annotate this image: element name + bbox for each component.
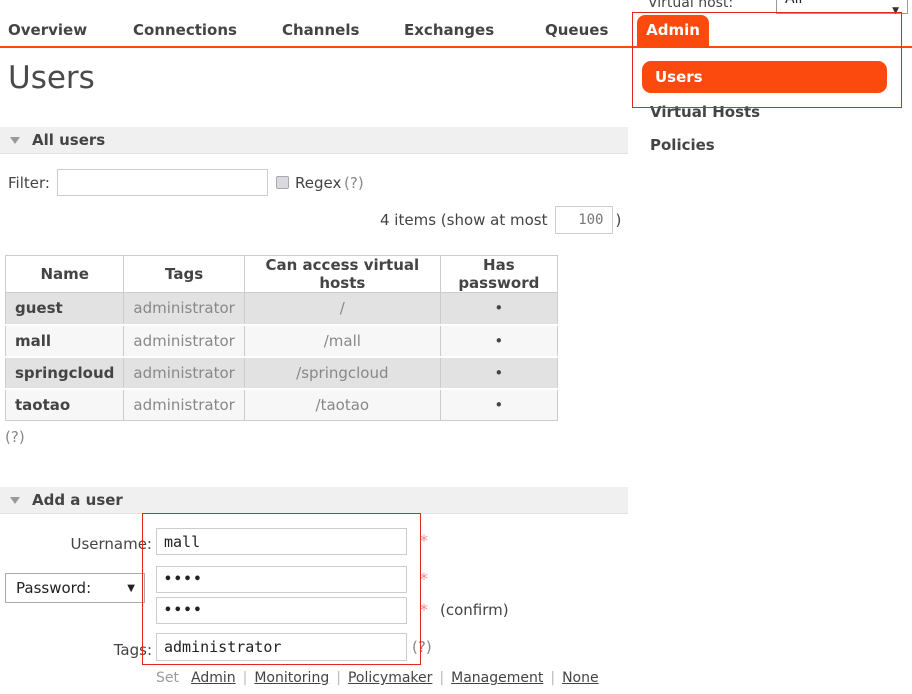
regex-label: Regex [295,174,341,192]
filter-input[interactable] [57,169,268,196]
virtual-host-select[interactable]: All ▼ [776,0,908,14]
user-name-link[interactable]: guest [6,293,124,325]
regex-help-link[interactable]: (?) [344,174,364,192]
sidebar-item-virtual-hosts[interactable]: Virtual Hosts [650,103,760,121]
nav-underline [0,46,912,48]
user-name-link[interactable]: mall [6,325,124,357]
required-marker: * [420,600,428,619]
items-count-text: 4 items (show at most [380,211,548,229]
items-close-paren: ) [616,211,622,229]
tab-queues[interactable]: Queues [545,21,608,39]
virtual-host-value: All [785,0,802,7]
section-label: All users [32,127,105,154]
tab-connections[interactable]: Connections [133,21,237,39]
tab-exchanges[interactable]: Exchanges [404,21,494,39]
separator: | [336,670,341,686]
has-password-dot: • [440,293,557,325]
table-help-link[interactable]: (?) [5,428,25,446]
set-tag-admin[interactable]: Admin [191,670,236,686]
required-marker: * [420,569,428,588]
password-field[interactable] [156,566,407,593]
set-label: Set [156,670,179,686]
user-vhosts: /taotao [244,389,440,421]
separator: | [439,670,444,686]
password-select-label: Password: [16,574,91,602]
col-header-tags: Tags [124,256,244,293]
chevron-down-icon: ▼ [127,583,135,594]
sidebar-item-users[interactable]: Users [642,61,887,93]
virtual-host-label: Virtual host: [648,0,733,11]
show-at-most-input[interactable] [555,206,613,234]
has-password-dot: • [440,325,557,357]
user-tags: administrator [124,293,244,325]
user-tags: administrator [124,357,244,389]
set-tag-management[interactable]: Management [451,670,543,686]
username-field[interactable] [156,528,407,555]
user-vhosts: /mall [244,325,440,357]
table-row: mall administrator /mall • [6,325,558,357]
users-table: Name Tags Can access virtual hosts Has p… [5,255,558,421]
has-password-dot: • [440,357,557,389]
col-header-name: Name [6,256,124,293]
items-count-row: 4 items (show at most ) [380,206,621,234]
collapse-triangle-icon [10,497,20,504]
sidebar-item-policies[interactable]: Policies [650,136,715,154]
user-vhosts: / [244,293,440,325]
user-tags: administrator [124,325,244,357]
tab-channels[interactable]: Channels [282,21,359,39]
tags-label: Tags: [0,641,152,659]
section-label: Add a user [32,487,123,514]
user-name-link[interactable]: springcloud [6,357,124,389]
filter-label: Filter: [8,174,50,192]
set-tag-none[interactable]: None [562,670,599,686]
tab-admin[interactable]: Admin [637,15,709,46]
username-label: Username: [0,535,152,553]
table-row: guest administrator / • [6,293,558,325]
confirm-note: (confirm) [440,601,509,619]
password-confirm-field[interactable] [156,597,407,624]
user-tags: administrator [124,389,244,421]
separator: | [243,670,248,686]
chevron-down-icon: ▼ [892,0,899,25]
set-tag-policymaker[interactable]: Policymaker [348,670,432,686]
separator: | [550,670,555,686]
tab-overview[interactable]: Overview [8,21,87,39]
col-header-vhosts: Can access virtual hosts [244,256,440,293]
tag-shortcuts-row: Set Admin | Monitoring | Policymaker | Manageme… [156,670,599,686]
section-header-add-user[interactable]: Add a user [0,487,628,514]
table-header-row: Name Tags Can access virtual hosts Has p… [6,256,558,293]
table-row: taotao administrator /taotao • [6,389,558,421]
section-header-all-users[interactable]: All users [0,127,628,154]
tags-field[interactable] [156,633,407,661]
regex-checkbox[interactable] [276,176,289,189]
user-name-link[interactable]: taotao [6,389,124,421]
page-title: Users [8,60,95,96]
col-header-has-password: Has password [440,256,557,293]
user-vhosts: /springcloud [244,357,440,389]
required-marker: * [420,531,428,550]
has-password-dot: • [440,389,557,421]
collapse-triangle-icon [10,137,20,144]
password-type-select[interactable]: Password: ▼ [5,573,145,603]
set-tag-monitoring[interactable]: Monitoring [254,670,329,686]
table-row: springcloud administrator /springcloud • [6,357,558,389]
tags-help-link[interactable]: (?) [412,638,432,656]
rabbitmq-users-page: Overview Connections Channels Exchanges … [0,0,912,694]
